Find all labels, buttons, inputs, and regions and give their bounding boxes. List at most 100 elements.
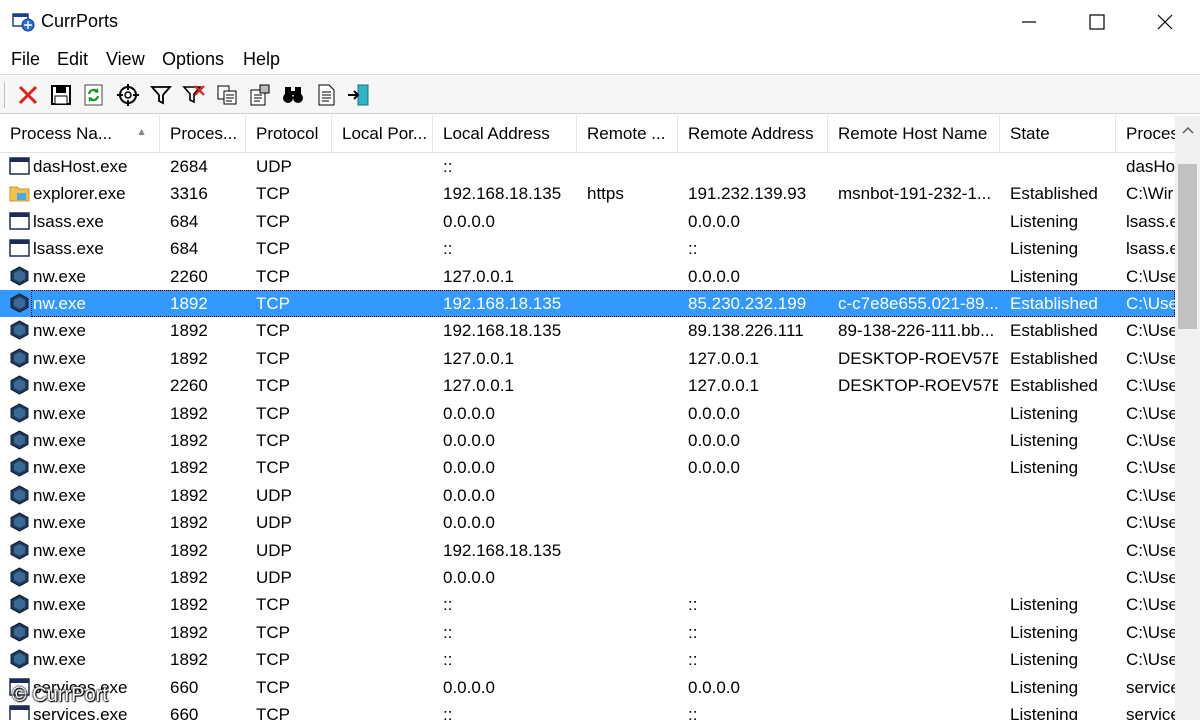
column-header-remote-address[interactable]: Remote Address [678,116,828,153]
column-header-process-name[interactable]: Process Na... ▲ [0,116,160,153]
process-name-cell: services.exe [33,705,128,720]
state-cell: Listening [1010,458,1079,478]
table-row[interactable]: explorer.exe 3316 TCP 192.168.18.135 https 19… [0,180,1175,207]
table-row[interactable]: nw.exe 1892 TCP:::: Listening C:\Use [0,591,1175,618]
folder-icon [9,186,30,202]
table-row[interactable]: nw.exe 2260 TCP 127.0.0.1 127.0.0.1 DESKTOP-R… [0,372,1175,399]
local-address-cell: 0.0.0.0 [443,403,495,423]
target-button[interactable] [116,83,140,107]
vertical-scrollbar[interactable] [1175,116,1200,720]
table-row[interactable]: nw.exe 1892 UDP 0.0.0.0 C:\Use [0,482,1175,509]
table-row[interactable]: nw.exe 1892 TCP 0.0.0.0 0.0.0.0 Listening C:\U… [0,400,1175,427]
table-row[interactable]: lsass.exe 684 TCP 0.0.0.0 0.0.0.0 Listening ls… [0,208,1175,235]
table-row[interactable]: nw.exe 1892 TCP:::: Listening C:\Use [0,619,1175,646]
column-header-process-path[interactable]: Proces [1116,116,1175,153]
table-row[interactable]: nw.exe 1892 TCP 127.0.0.1 127.0.0.1 DESKTOP-R… [0,345,1175,372]
protocol-cell: TCP [256,595,290,615]
process-id-cell: 684 [170,211,199,231]
local-address-cell: 127.0.0.1 [443,266,514,286]
remote-address-cell: :: [688,595,698,615]
table-row[interactable]: nw.exe 1892 UDP 0.0.0.0 C:\Use [0,509,1175,536]
table-row[interactable]: nw.exe 1892 UDP 0.0.0.0 C:\Use [0,564,1175,591]
scroll-up-button[interactable] [1175,116,1200,144]
process-id-cell: 684 [170,239,199,259]
table-row[interactable]: services.exe 660 TCP:::: Listening service [0,701,1175,720]
nw-hex-icon [10,348,29,368]
protocol-cell: TCP [256,705,290,720]
table-row-selected[interactable]: nw.exe 1892 TCP 192.168.18.135 85.230.232.19… [0,290,1175,317]
remote-address-cell: 0.0.0.0 [688,458,740,478]
exit-button[interactable] [347,83,371,107]
process-path-cell: C:\Use [1126,403,1175,423]
protocol-cell: TCP [256,348,290,368]
table-row[interactable]: nw.exe 2260 TCP 127.0.0.1 0.0.0.0 Listening C:… [0,263,1175,290]
currports-app-icon [12,13,35,32]
table-row[interactable]: nw.exe 1892 TCP 0.0.0.0 0.0.0.0 Listening C:\U… [0,427,1175,454]
column-header-local-address[interactable]: Local Address [433,116,577,153]
close-connections-button[interactable] [16,83,40,107]
protocol-cell: TCP [256,294,290,313]
state-cell: Established [1010,348,1098,368]
save-button[interactable] [49,83,73,107]
maximize-button[interactable] [1063,0,1131,44]
protocol-cell: TCP [256,403,290,423]
process-path-cell: C:\Use [1126,485,1175,505]
column-header-process-id[interactable]: Proces... [160,116,246,153]
menu-file[interactable]: File [11,49,40,70]
html-report-button[interactable] [314,83,338,107]
copy-button[interactable] [215,83,239,107]
column-header-protocol[interactable]: Protocol [246,116,332,153]
column-header-remote-host-name[interactable]: Remote Host Name [828,116,1000,153]
remote-address-cell: :: [688,239,698,259]
remote-host-name-cell: DESKTOP-ROEV57B [838,376,998,396]
process-path-cell: C:\Use [1126,431,1175,450]
state-cell: Listening [1010,650,1079,670]
state-cell: Established [1010,294,1098,313]
menu-view[interactable]: View [106,49,145,70]
column-header-state[interactable]: State [1000,116,1116,153]
nw-hex-icon [10,430,29,450]
protocol-cell: UDP [256,540,292,560]
menu-help[interactable]: Help [243,49,280,70]
remote-address-cell: :: [688,622,698,642]
process-path-cell: C:\Use [1126,650,1175,670]
minimize-button[interactable] [995,0,1063,44]
properties-button[interactable] [248,83,272,107]
local-address-cell: 192.168.18.135 [443,184,562,204]
menu-bar: File Edit View Options Help [0,44,1200,74]
filter-button[interactable] [149,83,173,107]
remote-port-cell: https [587,184,624,204]
state-cell: Listening [1010,266,1079,286]
column-header-remote-port[interactable]: Remote ... [577,116,678,153]
table-row[interactable]: nw.exe 1892 TCP 192.168.18.135 89.138.226.11… [0,317,1175,344]
process-name-cell: nw.exe [33,294,86,313]
protocol-cell: TCP [256,321,290,341]
crosshair-icon [117,84,139,106]
column-header-local-port[interactable]: Local Por... [332,116,433,153]
local-address-cell: 0.0.0.0 [443,431,495,450]
find-button[interactable] [281,83,305,107]
table-row[interactable]: dasHost.exe 2684 UDP:: dasHo [0,153,1175,180]
document-icon [318,84,335,106]
process-id-cell: 1892 [170,595,208,615]
table-row[interactable]: nw.exe 1892 TCP 0.0.0.0 0.0.0.0 Listening C:\U… [0,454,1175,481]
process-id-cell: 1892 [170,650,208,670]
refresh-button[interactable] [82,83,106,107]
table-row[interactable]: nw.exe 1892 UDP 192.168.18.135 C:\Use [0,537,1175,564]
close-icon [1157,14,1173,30]
process-id-cell: 3316 [170,184,208,204]
clear-filter-button[interactable] [182,83,206,107]
scrollbar-thumb[interactable] [1178,164,1197,329]
process-name-cell: nw.exe [33,321,86,341]
table-row[interactable]: lsass.exe 684 TCP:::: Listening lsass.e [0,235,1175,262]
process-id-cell: 2260 [170,266,208,286]
menu-edit[interactable]: Edit [57,49,88,70]
process-path-cell: C:\Use [1126,321,1175,341]
menu-options[interactable]: Options [162,49,224,70]
protocol-cell: TCP [256,376,290,396]
nw-hex-icon [10,485,29,505]
state-cell: Listening [1010,239,1079,259]
table-row[interactable]: services.exe 660 TCP 0.0.0.0 0.0.0.0 Listenin… [0,674,1175,701]
table-row[interactable]: nw.exe 1892 TCP:::: Listening C:\Use [0,646,1175,673]
close-window-button[interactable] [1131,0,1199,44]
